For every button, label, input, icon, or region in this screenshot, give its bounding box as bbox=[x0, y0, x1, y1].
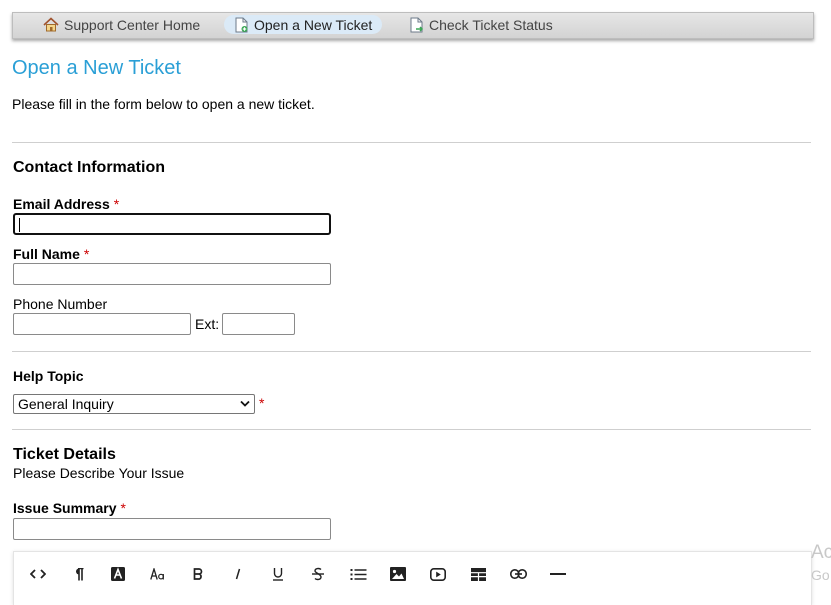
help-topic-select[interactable]: General Inquiry bbox=[13, 394, 255, 414]
full-name-label: Full Name * bbox=[13, 246, 89, 262]
nav-home-label: Support Center Home bbox=[64, 16, 201, 33]
unordered-list-icon bbox=[350, 568, 366, 580]
font-size-button[interactable] bbox=[143, 564, 173, 584]
required-mark: * bbox=[113, 196, 120, 212]
ext-label: Ext: bbox=[195, 316, 220, 332]
ext-field[interactable] bbox=[222, 313, 295, 335]
email-label: Email Address * bbox=[13, 196, 119, 212]
help-topic-label: Help Topic bbox=[13, 368, 84, 384]
phone-field[interactable] bbox=[13, 313, 191, 335]
full-name-label-text: Full Name bbox=[13, 246, 80, 262]
insert-table-button[interactable] bbox=[463, 564, 493, 584]
horizontal-rule-icon bbox=[550, 573, 566, 575]
home-icon bbox=[43, 17, 59, 32]
new-ticket-icon bbox=[235, 17, 248, 32]
code-view-button[interactable] bbox=[23, 564, 53, 584]
activation-watermark: Ac Go bbox=[811, 542, 831, 586]
full-name-field[interactable] bbox=[13, 263, 331, 285]
issue-summary-label: Issue Summary * bbox=[13, 500, 126, 516]
insert-link-button[interactable] bbox=[503, 564, 533, 584]
link-icon bbox=[509, 569, 527, 579]
editor-toolbar bbox=[13, 551, 812, 605]
required-mark: * bbox=[120, 500, 126, 516]
page-intro: Please fill in the form below to open a … bbox=[12, 96, 315, 112]
nav-check-ticket-status[interactable]: Check Ticket Status bbox=[399, 15, 563, 34]
bold-icon bbox=[193, 568, 203, 580]
paragraph-button[interactable] bbox=[63, 564, 93, 584]
check-status-icon bbox=[410, 17, 424, 32]
divider bbox=[12, 351, 811, 352]
nav-support-center-home[interactable]: Support Center Home bbox=[33, 15, 210, 34]
italic-icon bbox=[235, 568, 241, 580]
code-view-icon bbox=[30, 569, 46, 579]
page-title: Open a New Ticket bbox=[12, 57, 181, 79]
help-topic-selected: General Inquiry bbox=[18, 396, 114, 412]
ticket-section-title: Ticket Details bbox=[13, 446, 116, 463]
underline-icon bbox=[273, 568, 283, 581]
bold-button[interactable] bbox=[183, 564, 213, 584]
divider bbox=[12, 429, 811, 430]
text-color-button[interactable] bbox=[103, 564, 133, 584]
phone-label: Phone Number bbox=[13, 296, 108, 312]
email-label-text: Email Address bbox=[13, 196, 110, 212]
strikethrough-icon bbox=[312, 567, 324, 581]
nav-check-label: Check Ticket Status bbox=[429, 16, 553, 33]
insert-image-button[interactable] bbox=[383, 564, 413, 584]
unordered-list-button[interactable] bbox=[343, 564, 373, 584]
insert-video-button[interactable] bbox=[423, 564, 453, 584]
divider bbox=[12, 142, 811, 143]
text-color-icon bbox=[111, 567, 125, 581]
contact-section-title: Contact Information bbox=[13, 159, 165, 176]
watermark-line-1: Ac bbox=[811, 542, 831, 563]
email-field[interactable] bbox=[13, 213, 331, 235]
required-mark: * bbox=[83, 246, 90, 262]
video-icon bbox=[430, 567, 446, 581]
font-size-icon bbox=[150, 568, 164, 580]
ticket-subheading: Please Describe Your Issue bbox=[13, 465, 185, 481]
italic-button[interactable] bbox=[223, 564, 253, 584]
nav-open-label: Open a New Ticket bbox=[254, 16, 373, 33]
top-navigation: Support Center Home Open a New Ticket Ch… bbox=[12, 12, 814, 39]
strikethrough-button[interactable] bbox=[303, 564, 333, 584]
watermark-line-2: Go bbox=[811, 567, 830, 583]
required-mark: * bbox=[259, 395, 265, 411]
issue-summary-label-text: Issue Summary bbox=[13, 500, 117, 516]
nav-open-new-ticket[interactable]: Open a New Ticket bbox=[224, 15, 383, 34]
horizontal-rule-button[interactable] bbox=[543, 564, 573, 584]
underline-button[interactable] bbox=[263, 564, 293, 584]
paragraph-icon bbox=[75, 567, 83, 580]
issue-summary-field[interactable] bbox=[13, 518, 331, 540]
table-icon bbox=[470, 567, 486, 581]
chevron-down-icon bbox=[240, 400, 250, 407]
image-icon bbox=[390, 567, 406, 581]
text-caret bbox=[19, 218, 20, 232]
